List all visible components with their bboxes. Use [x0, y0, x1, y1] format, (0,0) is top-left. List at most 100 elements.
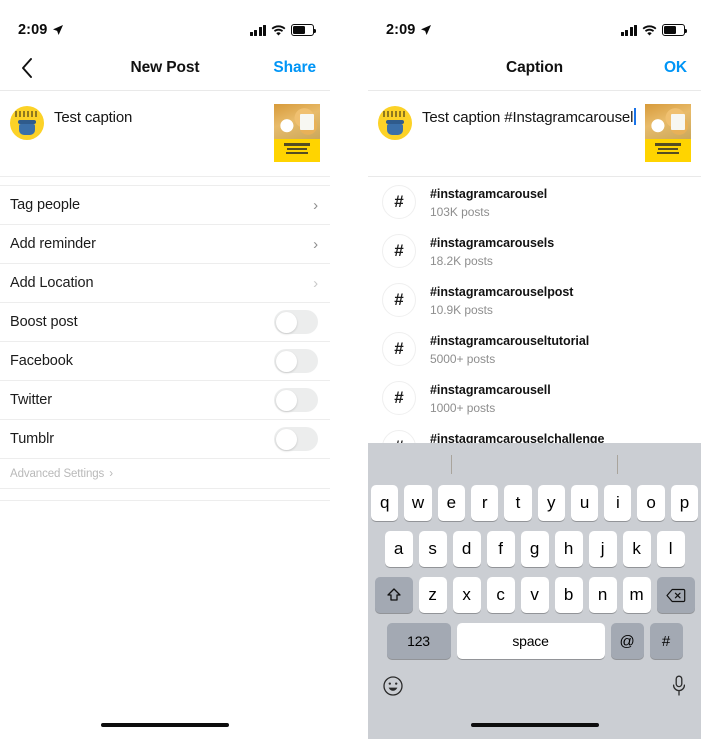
- toggle-knob: [275, 428, 297, 450]
- post-thumbnail[interactable]: [645, 104, 691, 162]
- ok-button[interactable]: OK: [664, 59, 687, 77]
- hashtag-name: #instagramcarousels: [430, 235, 555, 250]
- key-r[interactable]: r: [470, 485, 499, 521]
- toggle-twitter[interactable]: [274, 388, 318, 412]
- key-t[interactable]: t: [504, 485, 532, 521]
- numbers-key[interactable]: 123: [386, 623, 451, 659]
- key-k[interactable]: k: [622, 531, 651, 567]
- status-time-right: 2:09: [386, 22, 432, 38]
- hash-icon: #: [382, 331, 416, 366]
- status-time-left: 2:09: [18, 22, 64, 38]
- caption-input-value[interactable]: Test caption #Instagramcarousel: [422, 109, 633, 126]
- status-bar-right: 2:09: [368, 0, 701, 46]
- key-b[interactable]: b: [554, 577, 583, 613]
- backspace-key[interactable]: [656, 577, 695, 613]
- back-button[interactable]: [14, 55, 40, 81]
- thumbnail-caption-lines: [274, 141, 320, 156]
- key-p[interactable]: p: [670, 485, 698, 521]
- advanced-settings-link[interactable]: Advanced Settings ›: [0, 459, 330, 489]
- list-item[interactable]: # #instagramcarousell 1000+ posts: [368, 373, 701, 422]
- key-a[interactable]: a: [384, 531, 413, 567]
- share-button[interactable]: Share: [273, 59, 316, 77]
- key-s[interactable]: s: [418, 531, 447, 567]
- cellular-signal-icon: [620, 24, 637, 36]
- list-item[interactable]: # #instagramcarouseltutorial 5000+ posts: [368, 324, 701, 373]
- status-time-label: 2:09: [18, 22, 48, 38]
- status-time-label: 2:09: [386, 22, 416, 38]
- list-item-twitter[interactable]: Twitter: [0, 381, 330, 420]
- hashtag-name: #instagramcarousell: [430, 382, 551, 397]
- caption-edit-row[interactable]: Test caption #Instagramcarousel: [368, 91, 701, 176]
- key-j[interactable]: j: [588, 531, 617, 567]
- screenshot-stage: 2:09 New Post Share Test caption Tag peo…: [0, 0, 701, 739]
- key-i[interactable]: i: [604, 485, 632, 521]
- avatar-cup-graphic: [386, 120, 404, 135]
- key-n[interactable]: n: [588, 577, 617, 613]
- keyboard-row-1: q w e r t y u i o p: [368, 485, 701, 531]
- user-avatar: [10, 106, 44, 140]
- key-x[interactable]: x: [452, 577, 481, 613]
- predictive-text-bar[interactable]: [368, 443, 701, 485]
- key-g[interactable]: g: [520, 531, 549, 567]
- list-item[interactable]: # #instagramcarouselpost 10.9K posts: [368, 275, 701, 324]
- caption-preview-row[interactable]: Test caption: [0, 91, 330, 176]
- list-bottom-spacer: [0, 489, 330, 501]
- settings-list-left: Tag people › Add reminder › Add Location…: [0, 186, 330, 501]
- key-y[interactable]: y: [537, 485, 565, 521]
- post-thumbnail[interactable]: [274, 104, 320, 162]
- hashtag-count: 103K posts: [430, 204, 490, 219]
- list-item-tag-people[interactable]: Tag people ›: [0, 186, 330, 225]
- key-c[interactable]: c: [486, 577, 515, 613]
- phone-right-caption: 2:09 Caption OK Test caption #Instagramc…: [368, 0, 701, 739]
- keyboard-row-4: 123 space @ #: [368, 623, 701, 669]
- chevron-right-icon: ›: [313, 196, 318, 214]
- key-v[interactable]: v: [520, 577, 549, 613]
- toggle-tumblr[interactable]: [274, 427, 318, 451]
- caption-input-wrap[interactable]: Test caption #Instagramcarousel: [412, 103, 645, 128]
- list-item-add-reminder[interactable]: Add reminder ›: [0, 225, 330, 264]
- key-z[interactable]: z: [418, 577, 447, 613]
- hash-icon: #: [382, 380, 416, 415]
- list-item-facebook[interactable]: Facebook: [0, 342, 330, 381]
- home-indicator[interactable]: [470, 722, 599, 727]
- caption-text-left[interactable]: Test caption: [44, 103, 274, 128]
- key-w[interactable]: w: [404, 485, 432, 521]
- list-item-boost-post[interactable]: Boost post: [0, 303, 330, 342]
- microphone-icon: [672, 675, 686, 696]
- cellular-signal-icon: [249, 24, 266, 36]
- list-item-add-location[interactable]: Add Location ›: [0, 264, 330, 303]
- key-m[interactable]: m: [622, 577, 651, 613]
- key-d[interactable]: d: [452, 531, 481, 567]
- list-item[interactable]: # #instagramcarousel 103K posts: [368, 177, 701, 226]
- status-indicators-left: [249, 24, 317, 36]
- key-e[interactable]: e: [437, 485, 465, 521]
- list-item[interactable]: # #instagramcarousels 18.2K posts: [368, 226, 701, 275]
- home-indicator[interactable]: [101, 722, 229, 727]
- location-arrow-icon: [53, 25, 64, 35]
- at-key[interactable]: @: [610, 623, 644, 659]
- hash-icon: #: [382, 184, 416, 219]
- space-key[interactable]: space: [456, 623, 605, 659]
- key-l[interactable]: l: [656, 531, 685, 567]
- toggle-boost-post[interactable]: [274, 310, 318, 334]
- thumbnail-card: [671, 114, 686, 130]
- hash-key[interactable]: #: [649, 623, 683, 659]
- key-f[interactable]: f: [486, 531, 515, 567]
- hashtag-name: #instagramcarouselpost: [430, 284, 574, 299]
- key-u[interactable]: u: [570, 485, 599, 521]
- list-item-label: Add reminder: [10, 236, 96, 252]
- key-q[interactable]: q: [371, 485, 399, 521]
- toggle-facebook[interactable]: [274, 349, 318, 373]
- key-h[interactable]: h: [554, 531, 583, 567]
- toggle-knob: [275, 311, 297, 333]
- shift-key[interactable]: [374, 577, 413, 613]
- predictive-divider: [617, 454, 619, 474]
- emoji-key[interactable]: [382, 675, 404, 702]
- wifi-icon: [642, 24, 657, 35]
- nav-bar-left: New Post Share: [0, 46, 330, 90]
- dictation-key[interactable]: [671, 675, 687, 702]
- list-item-label: Tumblr: [10, 431, 54, 447]
- page-title: Caption: [506, 59, 563, 76]
- list-item-tumblr[interactable]: Tumblr: [0, 420, 330, 459]
- key-o[interactable]: o: [637, 485, 665, 521]
